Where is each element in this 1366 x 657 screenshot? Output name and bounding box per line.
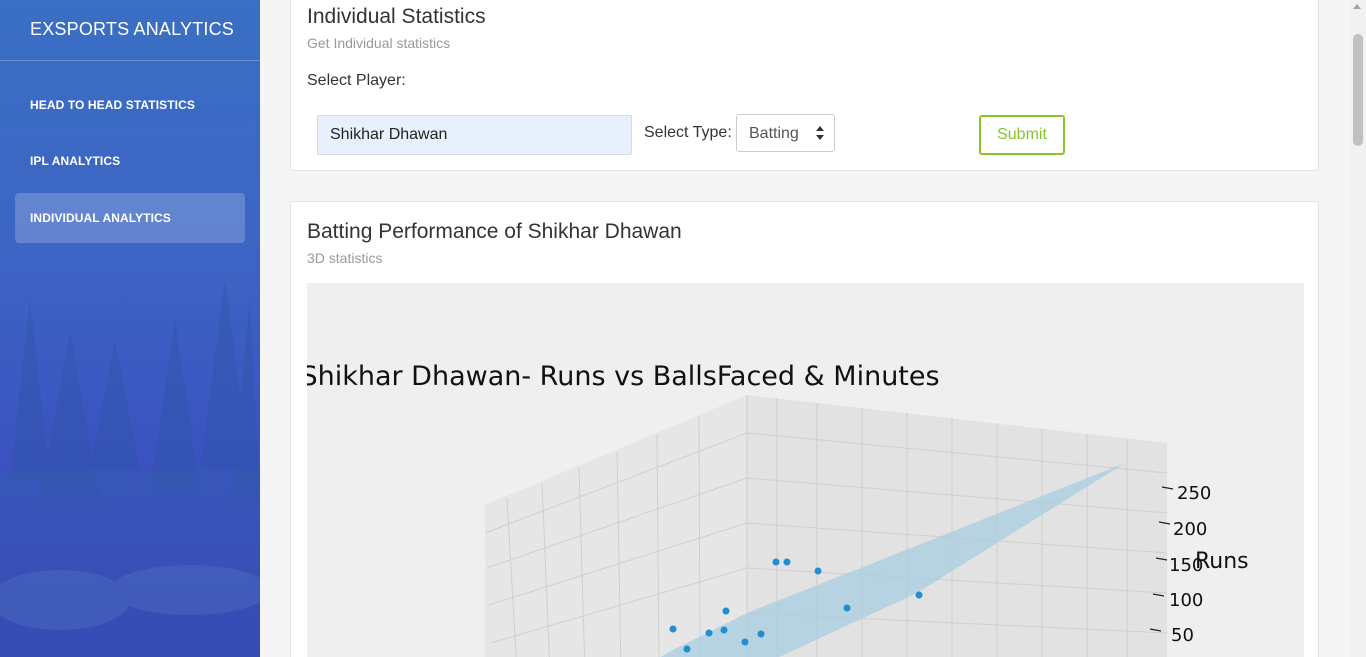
sidebar-item-label: IPL ANALYTICS <box>30 154 121 168</box>
chart-title: Shikhar Dhawan- Runs vs BallsFaced & Min… <box>307 361 940 392</box>
batting-performance-card: Batting Performance of Shikhar Dhawan 3D… <box>290 201 1319 657</box>
chart-svg: Shikhar Dhawan- Runs vs BallsFaced & Min… <box>307 361 1249 657</box>
select-type-label: Select Type: <box>644 124 732 141</box>
type-select[interactable]: Batting <box>736 114 835 152</box>
data-point <box>683 645 691 653</box>
brand-title: EXSPORTS ANALYTICS <box>30 19 234 39</box>
sidebar-item-label: HEAD TO HEAD STATISTICS <box>30 98 195 112</box>
z-tick-label: 100 <box>1169 590 1203 611</box>
sidebar: EXSPORTS ANALYTICS HEAD TO HEAD STATISTI… <box>0 0 260 657</box>
card-title: Batting Performance of Shikhar Dhawan <box>307 220 682 243</box>
select-arrows-icon <box>816 126 824 140</box>
data-point <box>772 558 780 566</box>
sidebar-item-label: INDIVIDUAL ANALYTICS <box>30 211 171 225</box>
brand-logo[interactable]: EXSPORTS ANALYTICS <box>0 0 260 61</box>
data-point <box>915 591 923 599</box>
page-scrollbar[interactable] <box>1349 0 1366 657</box>
data-point <box>705 629 713 637</box>
data-point <box>783 558 791 566</box>
card-subtitle: 3D statistics <box>307 250 383 266</box>
z-tick-label: 250 <box>1177 483 1211 504</box>
z-axis-label: Runs <box>1195 549 1249 574</box>
submit-label: Submit <box>997 126 1047 143</box>
type-select-value: Batting <box>749 125 799 142</box>
data-point <box>843 604 851 612</box>
select-player-label: Select Player: <box>307 72 406 89</box>
data-point <box>669 625 677 633</box>
player-input[interactable] <box>317 115 632 155</box>
card-title: Individual Statistics <box>307 5 486 28</box>
data-point <box>722 607 730 615</box>
submit-button[interactable]: Submit <box>979 115 1065 155</box>
z-tick-label: 200 <box>1173 519 1207 540</box>
z-tick-label: 50 <box>1171 625 1194 646</box>
data-point <box>757 630 765 638</box>
chart-3d-plot: Shikhar Dhawan- Runs vs BallsFaced & Min… <box>307 283 1304 657</box>
card-subtitle: Get Individual statistics <box>307 35 451 51</box>
data-point <box>814 567 822 575</box>
data-point <box>720 626 728 634</box>
sidebar-item-head-to-head[interactable]: HEAD TO HEAD STATISTICS <box>15 80 245 130</box>
individual-statistics-card: Individual Statistics Get Individual sta… <box>290 0 1319 171</box>
sidebar-item-ipl-analytics[interactable]: IPL ANALYTICS <box>15 136 245 186</box>
scroll-up-arrow-icon[interactable] <box>1353 4 1361 9</box>
data-point <box>741 638 749 646</box>
scrollbar-thumb[interactable] <box>1353 34 1363 146</box>
pane-back-left <box>485 395 747 657</box>
sidebar-item-individual-analytics[interactable]: INDIVIDUAL ANALYTICS <box>15 193 245 243</box>
